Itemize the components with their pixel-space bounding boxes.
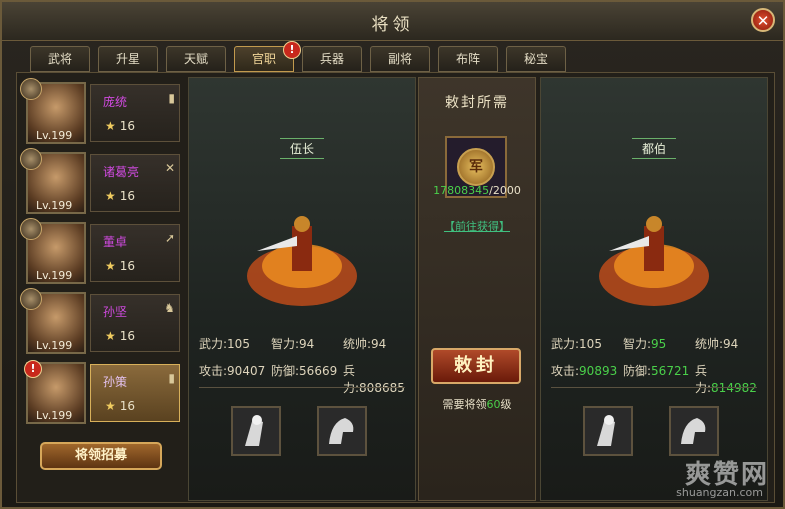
general-level: Lv.199: [36, 339, 73, 352]
star-icon: ★ 16: [105, 119, 136, 133]
star-icon: ★ 16: [105, 189, 136, 203]
stat-zhili: 智力:94: [271, 337, 315, 351]
tab-buzhen[interactable]: 布阵: [438, 46, 498, 72]
skill-slot[interactable]: [669, 406, 719, 456]
required-level: 60: [486, 398, 501, 411]
generals-window: 将领 ✕ 武将 升星 天赋 官职 ! 兵器 副将 布阵 秘宝 Lv.199 庞统…: [0, 0, 785, 509]
shield-icon: ▮: [168, 371, 175, 385]
horse-icon: ♞: [164, 301, 175, 315]
stat-tongshuai: 统帅:94: [695, 337, 739, 351]
rank-ring-icon: [20, 218, 42, 240]
general-item[interactable]: Lv.199 孙坚 ♞ ★ 16: [20, 288, 182, 356]
general-info: 董卓 ➚ ★ 16: [90, 224, 180, 282]
general-item[interactable]: Lv.199 庞统 ▮ ★ 16: [20, 78, 182, 146]
stat-gongji: 攻击:90407: [199, 364, 266, 378]
promote-button[interactable]: 敕封: [431, 348, 521, 384]
watermark-url: shuangzan.com: [676, 486, 763, 499]
general-item[interactable]: Lv.199 诸葛亮 ✕ ★ 16: [20, 148, 182, 216]
strength-skill-icon: [671, 408, 717, 454]
star-count: 16: [119, 259, 136, 273]
token-count: 17808345/2000: [419, 184, 535, 197]
warrior-skill-icon: [233, 408, 279, 454]
token-owned: 17808345: [433, 184, 490, 197]
general-info: 孙坚 ♞ ★ 16: [90, 294, 180, 352]
tab-tianfu[interactable]: 天赋: [166, 46, 226, 72]
tab-mibao[interactable]: 秘宝: [506, 46, 566, 72]
rank-title: 都伯: [541, 138, 767, 159]
stat-bingli: 兵力:814982: [695, 364, 757, 395]
goto-obtain-link[interactable]: 【前往获得】: [419, 218, 535, 234]
general-level: Lv.199: [36, 129, 73, 142]
stat-gongji: 攻击:90893: [551, 364, 618, 378]
general-name: 孙策: [103, 375, 128, 389]
tab-bingqi[interactable]: 兵器: [302, 46, 362, 72]
recruit-button[interactable]: 将领招募: [40, 442, 162, 470]
token-required: /2000: [489, 184, 521, 197]
general-name: 董卓: [103, 235, 128, 249]
next-rank-stage: 都伯 武力:105 智力:95 统帅:94 攻击:90893 防御:56721 …: [540, 77, 768, 501]
divider: [551, 387, 757, 388]
crossbow-icon: ✕: [164, 161, 175, 175]
star-icon: ★ 16: [105, 259, 136, 273]
star-count: 16: [119, 399, 136, 413]
stat-fangyu: 防御:56669: [271, 364, 338, 378]
star-icon: ★ 16: [105, 399, 136, 413]
shield-icon: ▮: [168, 91, 175, 105]
rank-title: 伍长: [189, 138, 415, 159]
general-level: Lv.199: [36, 269, 73, 282]
close-icon[interactable]: ✕: [751, 8, 775, 32]
current-rank-stage: 伍长 武力:105 智力:94 统帅:94 攻击:90407 防御:56669 …: [188, 77, 416, 501]
tab-wujiang[interactable]: 武将: [30, 46, 90, 72]
promotion-title: 敕封所需: [445, 95, 509, 111]
stat-bingli: 兵力:808685: [343, 364, 405, 395]
star-count: 16: [119, 119, 136, 133]
stat-zhili: 智力:95: [623, 337, 667, 351]
general-item-selected[interactable]: Lv.199 ! 孙策 ▮ ★ 16: [24, 360, 182, 426]
military-token-icon: 军: [457, 148, 495, 186]
rank-name: 都伯: [631, 138, 676, 159]
divider: [199, 387, 405, 388]
general-info: 诸葛亮 ✕ ★ 16: [90, 154, 180, 212]
general-info: 孙策 ▮ ★ 16: [90, 364, 180, 422]
tab-alert-badge: !: [283, 41, 301, 59]
general-level: Lv.199: [36, 409, 73, 422]
tab-shengxing[interactable]: 升星: [98, 46, 158, 72]
stat-wuli: 武力:105: [551, 337, 602, 351]
tab-guanzhi-label: 官职: [251, 52, 276, 66]
tab-guanzhi[interactable]: 官职 !: [234, 41, 301, 72]
skill-slot[interactable]: [231, 406, 281, 456]
stat-tongshuai: 统帅:94: [343, 337, 387, 351]
general-item[interactable]: Lv.199 董卓 ➚ ★ 16: [20, 218, 182, 286]
warrior-skill-icon: [585, 408, 631, 454]
rank-ring-icon: [20, 148, 42, 170]
rank-name: 伍长: [279, 138, 324, 159]
stat-wuli: 武力:105: [199, 337, 250, 351]
general-info: 庞统 ▮ ★ 16: [90, 84, 180, 142]
general-level: Lv.199: [36, 199, 73, 212]
star-icon: ★ 16: [105, 329, 136, 343]
title-bar: 将领 ✕: [2, 2, 783, 41]
general-name: 诸葛亮: [103, 165, 140, 179]
rank-ring-icon: [20, 288, 42, 310]
spear-icon: ➚: [164, 231, 175, 245]
level-requirement: 需要将领60级: [442, 398, 512, 411]
promotion-panel: 敕封所需 军 17808345/2000 【前往获得】 敕封 需要将领60级: [418, 77, 536, 501]
general-list: Lv.199 庞统 ▮ ★ 16 Lv.199 诸葛亮 ✕ ★ 16 Lv.199: [20, 78, 184, 442]
strength-skill-icon: [319, 408, 365, 454]
general-on-horse-icon: [247, 216, 357, 306]
alert-icon: !: [24, 360, 42, 378]
star-count: 16: [119, 329, 136, 343]
general-name: 孙坚: [103, 305, 128, 319]
skill-slot[interactable]: [317, 406, 367, 456]
tab-fujiang[interactable]: 副将: [370, 46, 430, 72]
window-title: 将领: [371, 15, 414, 35]
star-count: 16: [119, 189, 136, 203]
general-on-horse-icon: [599, 216, 709, 306]
skill-slot[interactable]: [583, 406, 633, 456]
rank-ring-icon: [20, 78, 42, 100]
general-name: 庞统: [103, 95, 128, 109]
stat-fangyu: 防御:56721: [623, 364, 690, 378]
